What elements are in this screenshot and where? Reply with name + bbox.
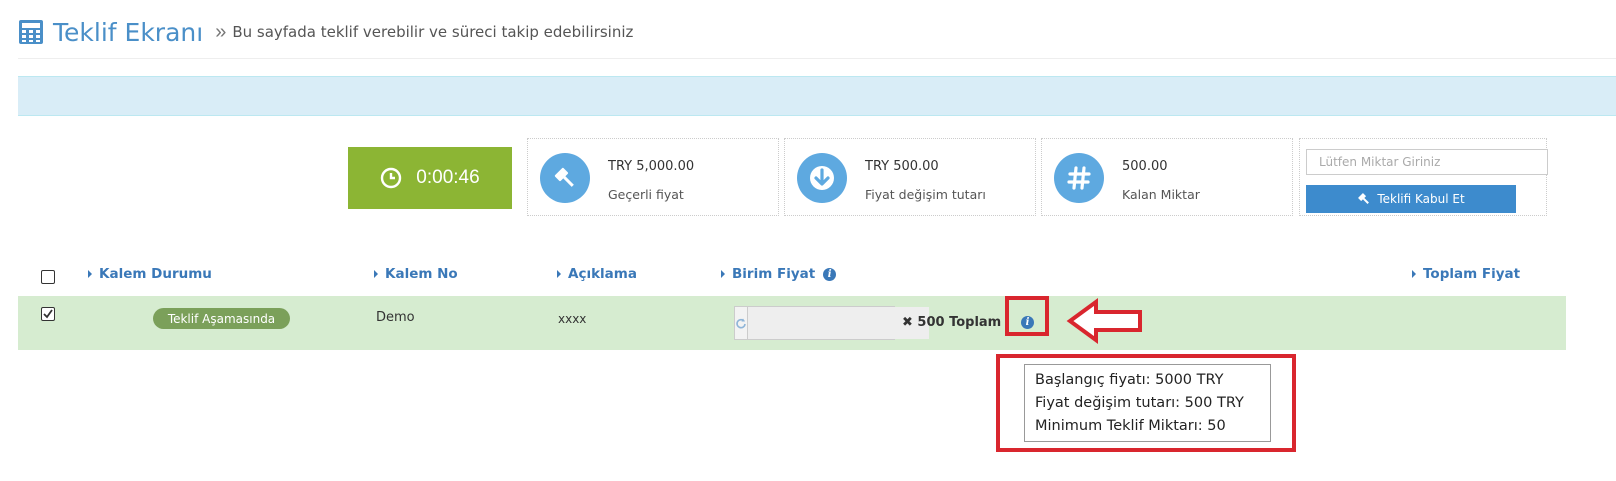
table-header: Kalem Durumu Kalem No Açıklama Birim Fiy… — [18, 256, 1566, 296]
page-title: Teklif Ekranı — [53, 17, 204, 47]
stat-remaining-quantity: 500.00 Kalan Miktar — [1041, 138, 1293, 216]
tooltip-line: Başlangıç fiyatı: 5000 TRY — [1035, 372, 1224, 388]
refresh-icon — [736, 318, 746, 329]
header-kalem-durumu[interactable]: Kalem Durumu — [88, 266, 212, 282]
sort-caret-icon — [721, 270, 725, 278]
hash-icon — [1054, 153, 1104, 203]
arrow-down-icon — [797, 153, 847, 203]
select-all-checkbox[interactable] — [41, 270, 55, 284]
item-no-cell: Demo — [376, 310, 415, 325]
tooltip-line: Fiyat değişim tutarı: 500 TRY — [1035, 395, 1244, 411]
tooltip-line: Minimum Teklif Miktarı: 50 — [1035, 418, 1226, 434]
quantity-input[interactable] — [1306, 149, 1548, 175]
arrow-left-annotation-icon — [1066, 298, 1142, 344]
countdown-timer: 0:00:46 — [348, 147, 512, 209]
stat-value: 500.00 — [1122, 159, 1168, 174]
stat-current-price: TRY 5,000.00 Geçerli fiyat — [527, 138, 779, 216]
stat-label: Geçerli fiyat — [608, 187, 684, 202]
sort-caret-icon — [1412, 270, 1416, 278]
price-info-tooltip: Başlangıç fiyatı: 5000 TRY Fiyat değişim… — [1024, 364, 1271, 442]
quantity-panel: Teklifi Kabul Et — [1299, 138, 1548, 216]
header-divider — [18, 58, 1616, 59]
info-icon[interactable]: i — [823, 267, 837, 281]
stat-label: Kalan Miktar — [1122, 187, 1200, 202]
sort-caret-icon — [88, 270, 92, 278]
stat-value: TRY 5,000.00 — [608, 159, 695, 174]
gavel-icon — [540, 153, 590, 203]
clock-icon — [381, 167, 402, 189]
quantity-multiplier: ✖ 500 Toplam — [902, 315, 1002, 330]
row-checkbox[interactable] — [41, 307, 55, 321]
status-badge: Teklif Aşamasında — [153, 308, 290, 329]
price-spinner-addon[interactable] — [735, 307, 748, 339]
gavel-icon — [1358, 193, 1370, 204]
stat-value: TRY 500.00 — [865, 159, 939, 174]
header-kalem-no[interactable]: Kalem No — [374, 266, 458, 282]
title-separator: » — [215, 20, 227, 43]
header-aciklama[interactable]: Açıklama — [557, 266, 637, 282]
table-row: Teklif Aşamasında Demo xxxx ✖ 500 Toplam… — [18, 296, 1566, 350]
calculator-icon — [19, 20, 43, 44]
description-cell: xxxx — [558, 312, 587, 326]
header-birim-fiyat[interactable]: Birim Fiyat i — [721, 266, 837, 282]
stat-label: Fiyat değişim tutarı — [865, 187, 986, 202]
accept-offer-button[interactable]: Teklifi Kabul Et — [1306, 185, 1516, 213]
page-header: Teklif Ekranı » Bu sayfada teklif verebi… — [18, 14, 633, 50]
highlight-box-info-icon — [1005, 296, 1049, 336]
page-subtitle: Bu sayfada teklif verebilir ve süreci ta… — [232, 23, 634, 41]
info-bar — [18, 76, 1616, 116]
unit-price-input-group — [734, 306, 929, 340]
sort-caret-icon — [374, 270, 378, 278]
stat-price-change: TRY 500.00 Fiyat değişim tutarı — [784, 138, 1036, 216]
header-toplam-fiyat[interactable]: Toplam Fiyat — [1412, 266, 1520, 282]
accept-offer-label: Teklifi Kabul Et — [1377, 192, 1465, 206]
sort-caret-icon — [557, 270, 561, 278]
check-icon — [43, 309, 53, 319]
timer-value: 0:00:46 — [416, 167, 480, 188]
